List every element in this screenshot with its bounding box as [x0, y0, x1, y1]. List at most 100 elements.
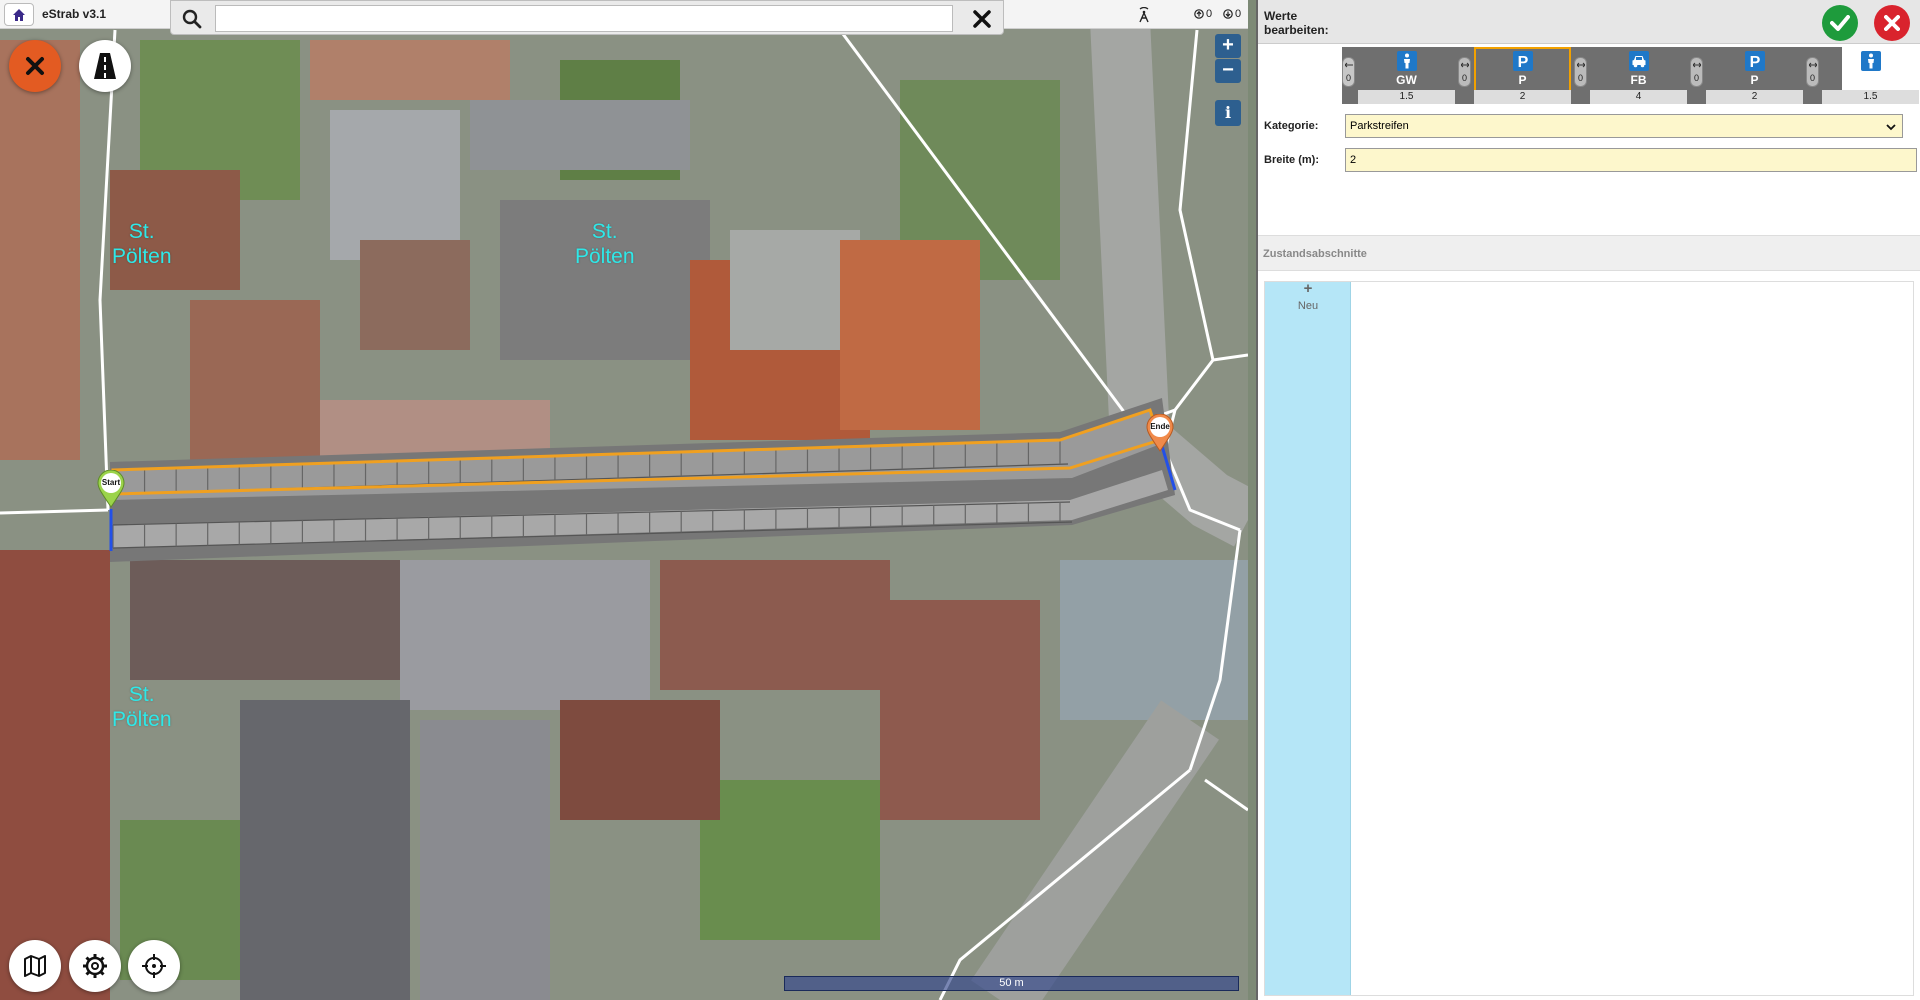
check-icon [1830, 15, 1850, 31]
svg-text:P: P [1517, 54, 1528, 69]
parking-icon: P [1744, 51, 1765, 71]
search-bar [170, 0, 1004, 35]
arrow-icon [1345, 62, 1353, 68]
lane-width: 1.5 [1358, 90, 1455, 104]
home-button[interactable] [4, 3, 34, 26]
lane-p[interactable]: PP 2 [1474, 47, 1571, 104]
swap-icon [1809, 62, 1817, 68]
separator-width: 0 [1345, 73, 1351, 83]
lane-width: 4 [1590, 90, 1687, 104]
gps-signal-icon [1139, 6, 1149, 23]
lane-separator[interactable]: 0 [1690, 57, 1703, 87]
lane-code: P [1750, 73, 1759, 87]
road-layer-button[interactable] [79, 40, 131, 92]
lane-width: 2 [1474, 90, 1571, 104]
start-marker[interactable]: Start [97, 469, 125, 508]
separator-width: 0 [1693, 73, 1699, 83]
settings-button[interactable] [69, 940, 121, 992]
width-label: Breite (m): [1264, 154, 1320, 166]
category-selected-value: Parkstreifen [1350, 120, 1409, 132]
place-label: St. Pölten [112, 220, 172, 268]
plus-icon: + [1303, 280, 1313, 297]
lane-code: GW [1396, 73, 1417, 87]
end-marker[interactable]: Ende [1146, 413, 1174, 452]
map-pin-icon [1146, 413, 1174, 452]
search-input[interactable] [215, 5, 953, 32]
road-icon [94, 53, 116, 79]
map-layers-button[interactable] [9, 940, 61, 992]
swap-icon [1693, 62, 1701, 68]
close-icon [26, 57, 44, 75]
category-label: Kategorie: [1264, 120, 1319, 132]
gear-icon [83, 954, 107, 978]
lane-fb[interactable]: FB 4 [1590, 47, 1687, 104]
upload-count: 0 [1206, 8, 1213, 20]
panel-header: Werte bearbeiten: [1258, 0, 1920, 44]
map-icon [24, 955, 46, 977]
lane-p[interactable]: PP 2 [1706, 47, 1803, 104]
close-icon [973, 10, 991, 28]
app-root: St. Pölten St. Pölten St. Pölten Start Ende [0, 0, 1920, 1000]
svg-text:P: P [1749, 54, 1760, 69]
cancel-edit-button[interactable] [9, 40, 61, 92]
start-marker-label: Start [101, 478, 121, 487]
category-row: Kategorie: Parkstreifen [1264, 114, 1914, 138]
lane-width: 2 [1706, 90, 1803, 104]
lane-code: FB [1630, 73, 1647, 87]
pedestrian-icon [1396, 51, 1417, 71]
lane-separator[interactable]: 0 [1458, 57, 1471, 87]
scale-bar: 50 m [784, 976, 1239, 991]
confirm-button[interactable] [1822, 5, 1858, 41]
crosshair-icon [142, 954, 166, 978]
panel-title: Werte bearbeiten: [1264, 9, 1329, 37]
parking-icon: P [1512, 51, 1533, 71]
close-panel-button[interactable] [1874, 5, 1910, 41]
pedestrian-icon [1860, 51, 1881, 71]
lane-gw[interactable]: GW 1.5 [1358, 47, 1455, 104]
home-icon [13, 8, 25, 21]
app-title: eStrab v3.1 [42, 7, 107, 21]
download-count: 0 [1235, 8, 1242, 20]
cross-section-editor: 0GW1.50PP20FB40PP20GW1.50 [1342, 47, 1919, 104]
lane-code: P [1518, 73, 1527, 87]
place-label: St. Pölten [575, 220, 635, 268]
upload-icon [1194, 9, 1204, 19]
condition-sections-title: Zustandsabschnitte [1263, 248, 1367, 260]
edit-panel: Werte bearbeiten: 0 GW 1.5 0 P P 2 0 FB 4 0 P P 2 0 GW 1… [1256, 0, 1920, 1000]
lane-code: GW [1860, 73, 1881, 87]
width-input[interactable] [1345, 148, 1917, 172]
end-marker-label: Ende [1150, 422, 1170, 431]
separator-width: 0 [1577, 73, 1583, 83]
add-section-column: + Neu [1265, 280, 1351, 995]
swap-icon [1577, 62, 1585, 68]
lane-width: 1.5 [1822, 90, 1919, 104]
map-pin-icon [97, 469, 125, 508]
lane-separator[interactable]: 0 [1574, 57, 1587, 87]
lane-boundary-end[interactable]: 0 [1342, 57, 1355, 87]
aerial-imagery [0, 0, 1248, 1000]
gps-status [1136, 6, 1152, 23]
separator-width: 0 [1809, 73, 1815, 83]
chevron-down-icon [1886, 124, 1896, 131]
category-select[interactable]: Parkstreifen [1345, 114, 1903, 138]
add-section-button[interactable]: + Neu [1283, 280, 1333, 316]
add-section-label: Neu [1297, 300, 1319, 312]
lane-gw[interactable]: GW 1.5 [1822, 47, 1919, 104]
download-icon [1223, 9, 1233, 19]
condition-sections-area: + Neu [1264, 281, 1914, 996]
map-view[interactable]: St. Pölten St. Pölten St. Pölten Start Ende [0, 0, 1248, 1000]
zoom-in-button[interactable]: + [1215, 34, 1241, 58]
lane-separator[interactable]: 0 [1806, 57, 1819, 87]
width-row: Breite (m): [1264, 148, 1917, 172]
download-status: 0 [1223, 8, 1241, 20]
separator-width: 0 [1461, 73, 1467, 83]
search-icon[interactable] [181, 9, 203, 29]
place-label: St. Pölten [112, 683, 172, 731]
car-icon [1628, 51, 1649, 71]
zoom-out-button[interactable]: − [1215, 59, 1241, 83]
info-button[interactable]: i [1215, 100, 1241, 126]
upload-status: 0 [1194, 8, 1212, 20]
swap-icon [1461, 62, 1469, 68]
locate-me-button[interactable] [128, 940, 180, 992]
search-clear-button[interactable] [969, 6, 995, 32]
